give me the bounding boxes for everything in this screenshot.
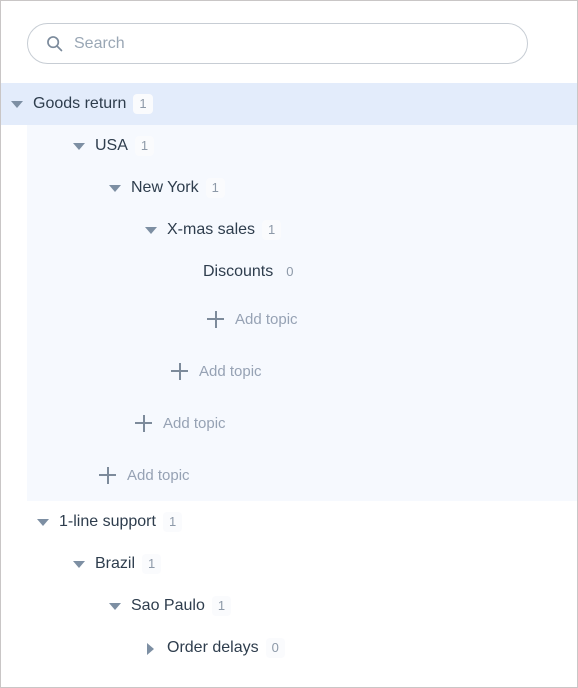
tree-item-new-york[interactable]: New York 1 [27,167,577,209]
tree-item-goods-return[interactable]: Goods return 1 [1,83,577,125]
tree-item-count-badge: 1 [134,136,155,156]
tree-group-1-line-support: 1-line support 1 Brazil 1 Sao Paulo 1 Order de… [27,501,577,669]
add-topic-label: Add topic [199,362,262,380]
tree-item-x-mas-sales[interactable]: X-mas sales 1 [27,209,577,251]
topics-tree: Goods return 1 USA 1 New York 1 X-mas sales 1 Di… [1,83,577,669]
tree-item-label: X-mas sales [167,221,256,238]
add-topic-row[interactable]: Add topic [27,449,577,501]
add-topic-row[interactable]: Add topic [27,397,577,449]
tree-item-1-line-support[interactable]: 1-line support 1 [27,501,577,543]
chevron-down-icon[interactable] [11,98,24,111]
chevron-down-icon[interactable] [109,182,122,195]
tree-item-label: Goods return [33,95,127,112]
tree-item-count-badge: 1 [211,596,232,616]
tree-item-count-badge: 1 [162,512,183,532]
tree-item-label: Discounts [203,263,274,280]
search-icon [47,36,63,52]
search-input[interactable] [74,33,513,54]
add-topic-label: Add topic [127,466,190,484]
tree-group-goods-return: Goods return 1 USA 1 New York 1 X-mas sales 1 Di… [1,83,577,501]
add-topic-row[interactable]: Add topic [27,345,577,397]
add-topic-label: Add topic [235,310,298,328]
chevron-right-icon[interactable] [145,642,158,655]
topics-tree-panel: Goods return 1 USA 1 New York 1 X-mas sales 1 Di… [0,0,578,688]
caret-placeholder [181,266,194,279]
tree-item-usa[interactable]: USA 1 [27,125,577,167]
tree-item-sao-paulo[interactable]: Sao Paulo 1 [27,585,577,627]
tree-item-discounts[interactable]: Discounts 0 [27,251,577,293]
chevron-down-icon[interactable] [73,558,86,571]
chevron-down-icon[interactable] [109,600,122,613]
tree-item-label: Brazil [95,555,136,572]
tree-item-count-badge: 1 [133,94,153,114]
tree-item-label: Sao Paulo [131,597,205,614]
plus-icon [207,310,224,328]
tree-item-label: Order delays [167,639,259,656]
tree-item-label: 1-line support [59,513,156,530]
plus-icon [99,466,116,484]
tree-item-count-badge: 1 [262,220,282,240]
tree-item-brazil[interactable]: Brazil 1 [27,543,577,585]
tree-item-count-badge: 0 [265,638,285,658]
tree-item-label: USA [95,137,128,154]
tree-item-count-badge: 1 [205,178,225,198]
tree-item-order-delays[interactable]: Order delays 0 [27,627,577,669]
tree-item-count-badge: 0 [286,264,294,279]
plus-icon [135,414,152,432]
add-topic-label: Add topic [163,414,226,432]
tree-item-label: New York [131,179,199,196]
search-box[interactable] [27,23,528,64]
chevron-down-icon[interactable] [37,516,50,529]
plus-icon [171,362,188,380]
add-topic-row[interactable]: Add topic [27,293,577,345]
chevron-down-icon[interactable] [145,224,158,237]
chevron-down-icon[interactable] [73,140,86,153]
tree-item-count-badge: 1 [142,554,162,574]
